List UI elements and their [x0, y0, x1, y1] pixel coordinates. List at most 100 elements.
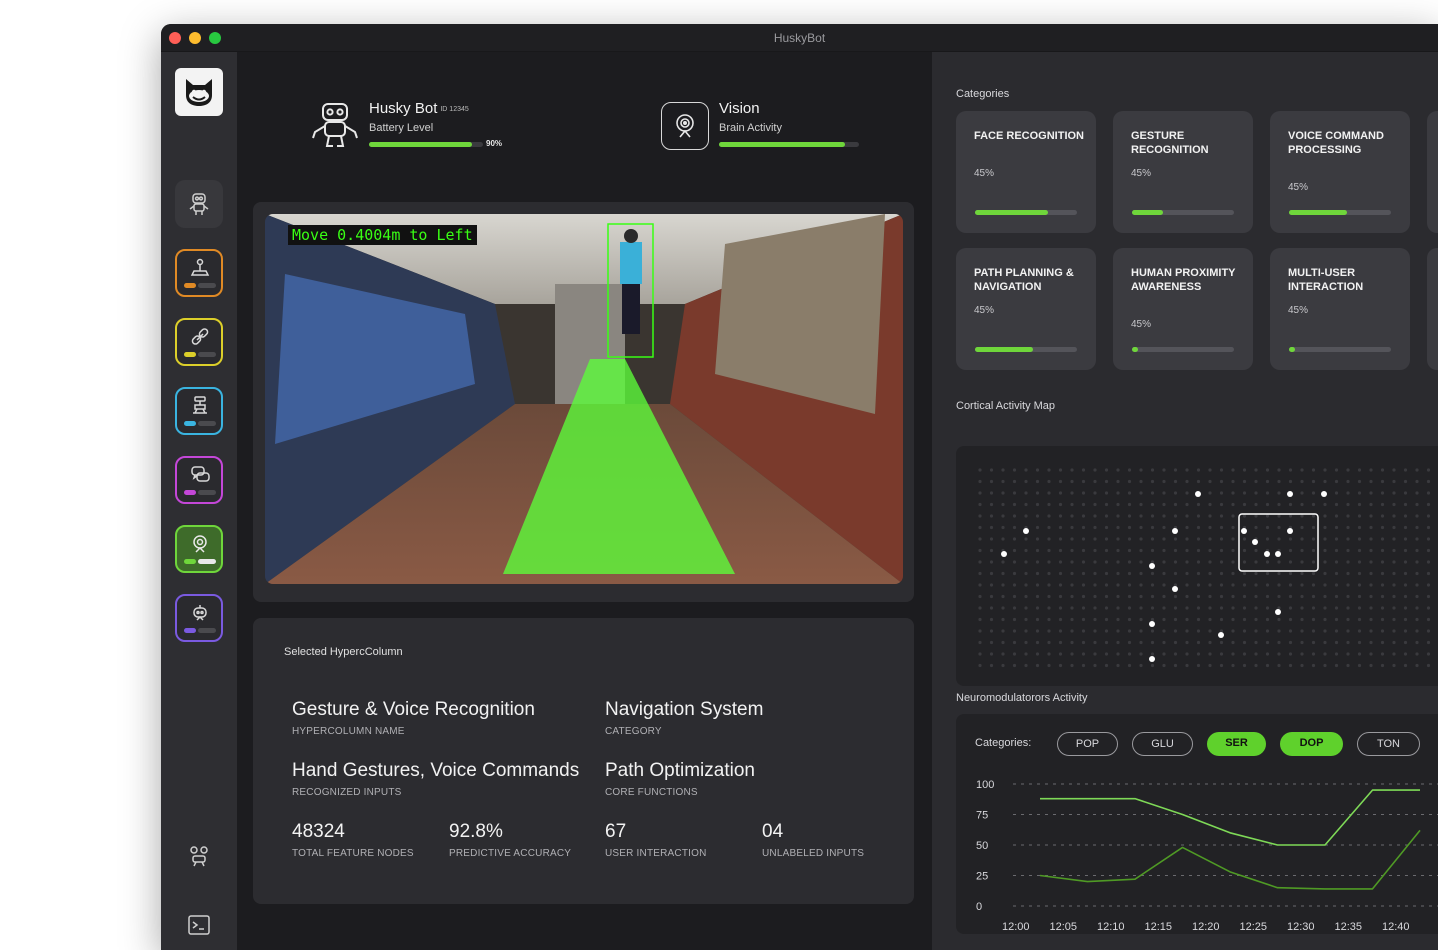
cortical-cell	[1093, 491, 1097, 495]
y-tick-label: 25	[976, 871, 988, 883]
active-cortical-node[interactable]	[1195, 491, 1201, 497]
active-cortical-node[interactable]	[1001, 551, 1007, 557]
category-card-gesture-recognition[interactable]: GESTURE RECOGNITION 45%	[1113, 111, 1253, 233]
cortical-cell	[1380, 468, 1385, 472]
x-tick-label: 12:25	[1240, 921, 1268, 933]
chip-ton[interactable]: TON	[1357, 732, 1420, 756]
category-name: GESTURE RECOGNITION	[1131, 130, 1209, 156]
category-card-human-proximity[interactable]: HUMAN PROXIMITY AWARENESS 45%	[1113, 248, 1253, 370]
cortical-cell	[1392, 617, 1396, 622]
cortical-cell	[989, 548, 994, 553]
active-cortical-node[interactable]	[1172, 528, 1178, 534]
sidebar-item-robot[interactable]	[175, 180, 223, 228]
cortical-cell	[1334, 537, 1339, 541]
cortical-cell	[978, 617, 982, 622]
active-cortical-node[interactable]	[1241, 528, 1247, 534]
cortical-cell	[989, 583, 994, 587]
cortical-cell	[1323, 594, 1327, 599]
cortical-cell	[1265, 468, 1270, 472]
category-progress	[1132, 210, 1234, 215]
camera-feed[interactable]: Move 0.4004m to Left	[265, 214, 903, 584]
cortical-cell	[1426, 594, 1431, 599]
active-cortical-node[interactable]	[1252, 539, 1258, 545]
sidebar-item-joystick[interactable]	[175, 249, 223, 297]
cortical-cell	[1116, 640, 1120, 645]
cortical-cell	[1196, 617, 1201, 622]
active-cortical-node[interactable]	[1149, 563, 1155, 569]
cortical-cell	[1403, 606, 1408, 610]
cortical-activity-map[interactable]	[956, 446, 1438, 686]
sidebar-item-vision[interactable]	[175, 525, 223, 573]
cortical-cell	[1185, 560, 1189, 564]
cortical-cell	[1392, 491, 1396, 495]
cortical-cell	[1127, 571, 1132, 576]
cortical-cell	[1150, 571, 1155, 576]
sidebar-item-chat[interactable]	[175, 456, 223, 504]
chip-ser[interactable]: SER	[1207, 732, 1266, 756]
cortical-cell	[1380, 560, 1385, 564]
app-logo[interactable]	[175, 68, 223, 116]
category-card-face-recognition[interactable]: FACE RECOGNITION 45%	[956, 111, 1096, 233]
active-cortical-node[interactable]	[1172, 586, 1178, 592]
cortical-cell	[1288, 514, 1293, 518]
category-card-multi-user[interactable]: MULTI-USER INTERACTION 45%	[1270, 248, 1410, 370]
cortical-cell	[1208, 502, 1212, 507]
cortical-cell	[1231, 525, 1235, 530]
cortical-cell	[1150, 652, 1155, 656]
cortical-cell	[1196, 514, 1201, 518]
sidebar-item-terminal[interactable]	[175, 901, 223, 949]
cortical-cell	[978, 583, 982, 587]
cortical-cell	[1185, 479, 1189, 484]
cortical-cell	[1277, 617, 1281, 622]
cortical-cell	[1035, 537, 1040, 541]
unlabeled-inputs-count: 04	[762, 821, 784, 842]
active-cortical-node[interactable]	[1275, 609, 1281, 615]
cortical-cell	[1035, 629, 1040, 633]
cortical-cell	[1392, 571, 1396, 576]
chip-dop[interactable]: DOP	[1280, 732, 1343, 756]
category-card-overflow[interactable]	[1427, 111, 1438, 233]
sidebar-item-assistant[interactable]	[175, 594, 223, 642]
cortical-cell	[1311, 652, 1316, 656]
active-cortical-node[interactable]	[1149, 621, 1155, 627]
chip-pop[interactable]: POP	[1057, 732, 1118, 756]
category-name: FACE RECOGNITION	[974, 130, 1085, 142]
cortical-cell	[1035, 606, 1040, 610]
cortical-cell	[1426, 468, 1431, 472]
cortical-cell	[1323, 583, 1327, 587]
chip-glu[interactable]: GLU	[1132, 732, 1193, 756]
sidebar-item-settings[interactable]	[175, 832, 223, 880]
cortical-cell	[1035, 525, 1040, 530]
active-cortical-node[interactable]	[1149, 656, 1155, 662]
category-card-voice-command[interactable]: VOICE COMMAND PROCESSING 45%	[1270, 111, 1410, 233]
cortical-cell	[1139, 617, 1143, 622]
cortical-cell	[1081, 537, 1086, 541]
cortical-cell	[1001, 594, 1005, 599]
cortical-cell	[1093, 594, 1097, 599]
active-cortical-node[interactable]	[1218, 632, 1224, 638]
sidebar-item-link[interactable]	[175, 318, 223, 366]
cortical-cell	[1392, 640, 1396, 645]
cortical-cell	[978, 491, 982, 495]
active-cortical-node[interactable]	[1321, 491, 1327, 497]
cortical-cell	[1369, 537, 1373, 541]
cortical-cell	[1196, 537, 1201, 541]
cortical-cell	[1334, 548, 1339, 553]
cortical-cell	[1231, 560, 1235, 564]
cortical-cell	[1047, 640, 1051, 645]
cortical-cell	[1357, 548, 1362, 553]
active-cortical-node[interactable]	[1264, 551, 1270, 557]
cortical-cell	[1288, 468, 1293, 472]
category-card-path-planning[interactable]: PATH PLANNING & NAVIGATION 45%	[956, 248, 1096, 370]
active-cortical-node[interactable]	[1287, 528, 1293, 534]
cortical-cell	[1369, 468, 1373, 472]
active-cortical-node[interactable]	[1275, 551, 1281, 557]
cortical-cell	[1047, 571, 1051, 576]
cortical-cell	[1058, 537, 1063, 541]
active-cortical-node[interactable]	[1287, 491, 1293, 497]
category-card-overflow[interactable]	[1427, 248, 1438, 370]
cortical-cell	[1081, 491, 1086, 495]
cortical-cell	[1300, 583, 1304, 587]
sidebar-item-robot-arm[interactable]	[175, 387, 223, 435]
active-cortical-node[interactable]	[1023, 528, 1029, 534]
